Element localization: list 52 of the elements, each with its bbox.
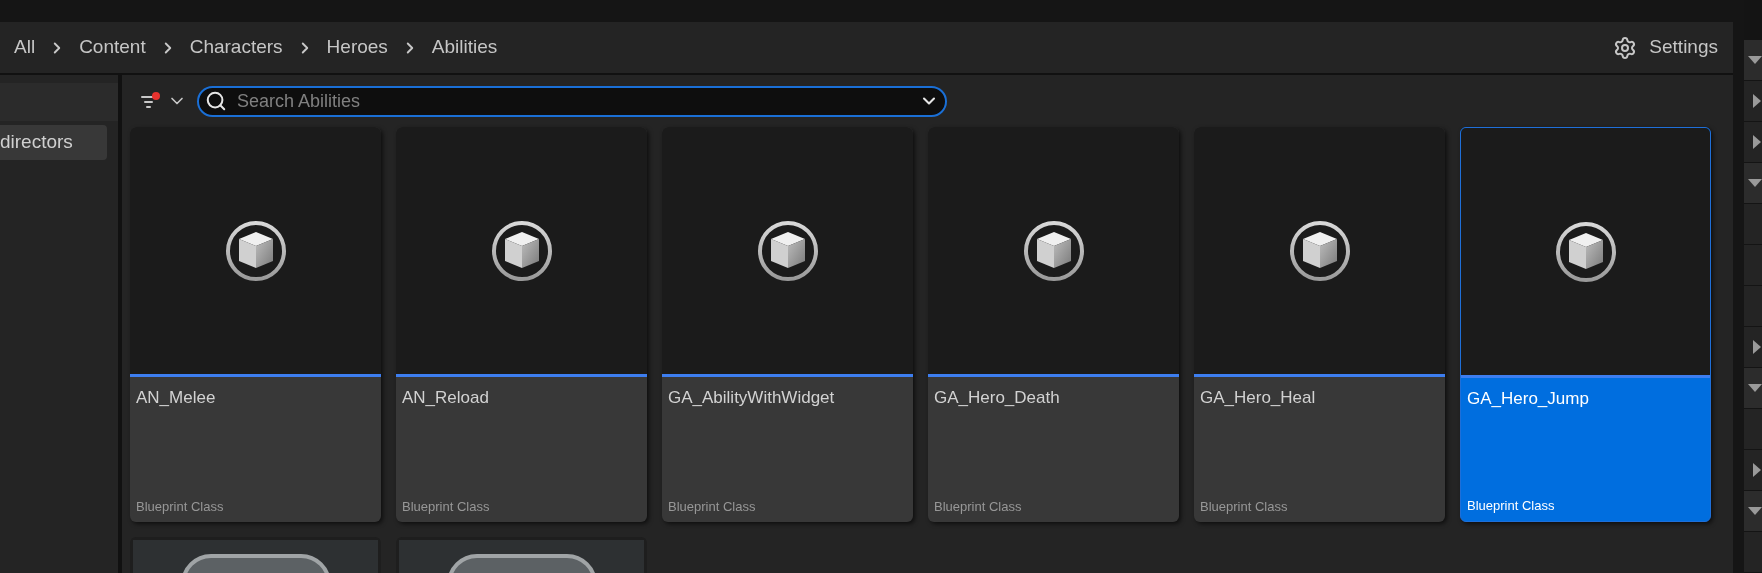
asset-name: GA_AbilityWithWidget	[668, 387, 836, 409]
settings-button[interactable]: Settings	[1613, 33, 1718, 62]
search-field[interactable]: Search Abilities	[237, 87, 909, 115]
expander-row[interactable]	[1744, 491, 1762, 531]
asset-tile[interactable]: GA_Hero_Jump Blueprint Class	[1460, 127, 1711, 522]
asset-name: GA_Hero_Death	[934, 387, 1061, 409]
search-bar[interactable]: Search Abilities	[197, 85, 947, 117]
asset-tile[interactable]: GA_Hero_Death Blueprint Class	[928, 127, 1179, 522]
breadcrumb-link[interactable]: Characters	[188, 33, 284, 62]
cube-icon	[756, 219, 819, 282]
triangle-right-icon	[1753, 340, 1762, 354]
asset-type: Blueprint Class	[934, 497, 1023, 516]
triangle-down-icon	[1748, 383, 1762, 393]
asset-name: AN_Melee	[136, 387, 217, 409]
asset-name: AN_Reload	[402, 387, 490, 409]
settings-icon	[1613, 35, 1638, 60]
sidebar-item[interactable]: directors	[0, 125, 107, 160]
breadcrumb-link[interactable]: Content	[78, 33, 147, 62]
cube-icon	[1554, 220, 1617, 283]
cube-icon	[1288, 219, 1351, 282]
cube-icon	[490, 219, 553, 282]
breadcrumb-link[interactable]: Heroes	[325, 33, 389, 62]
asset-type: Blueprint Class	[136, 497, 225, 516]
breadcrumb-link[interactable]: Abilities	[430, 33, 499, 62]
triangle-right-icon	[1753, 94, 1762, 108]
asset-type: Blueprint Class	[402, 497, 491, 516]
asset-tile[interactable]: AN_Melee Blueprint Class	[130, 127, 381, 522]
triangle-down-icon	[1748, 55, 1762, 65]
expander-row[interactable]	[1744, 122, 1762, 162]
filter-icon[interactable]	[139, 91, 161, 111]
triangle-right-icon	[1753, 463, 1762, 477]
search-icon	[205, 90, 227, 112]
triangle-down-icon	[1748, 178, 1762, 188]
expander-row[interactable]	[1744, 40, 1762, 80]
asset-tile[interactable]: AN_Reload Blueprint Class	[396, 127, 647, 522]
asset-type: Blueprint Class	[668, 497, 757, 516]
expander-row[interactable]	[1744, 327, 1762, 367]
expander-row[interactable]	[1744, 163, 1762, 203]
expander-row[interactable]	[1744, 368, 1762, 408]
triangle-down-icon	[1748, 506, 1762, 516]
expander-row[interactable]	[1744, 450, 1762, 490]
asset-tile[interactable]: GA_AbilityWithWidget Blueprint Class	[662, 127, 913, 522]
expander-row[interactable]	[1744, 81, 1762, 121]
asset-name: GA_Hero_Heal	[1200, 387, 1317, 409]
triangle-right-icon	[1753, 135, 1762, 149]
cube-icon	[1022, 219, 1085, 282]
cube-icon	[224, 219, 287, 282]
asset-type: Blueprint Class	[1467, 496, 1556, 515]
asset-tile[interactable]: GA_Hero_Heal Blueprint Class	[1194, 127, 1445, 522]
asset-type: Blueprint Class	[1200, 497, 1289, 516]
asset-name: GA_Hero_Jump	[1467, 388, 1590, 410]
breadcrumb-link[interactable]: All	[13, 33, 37, 62]
